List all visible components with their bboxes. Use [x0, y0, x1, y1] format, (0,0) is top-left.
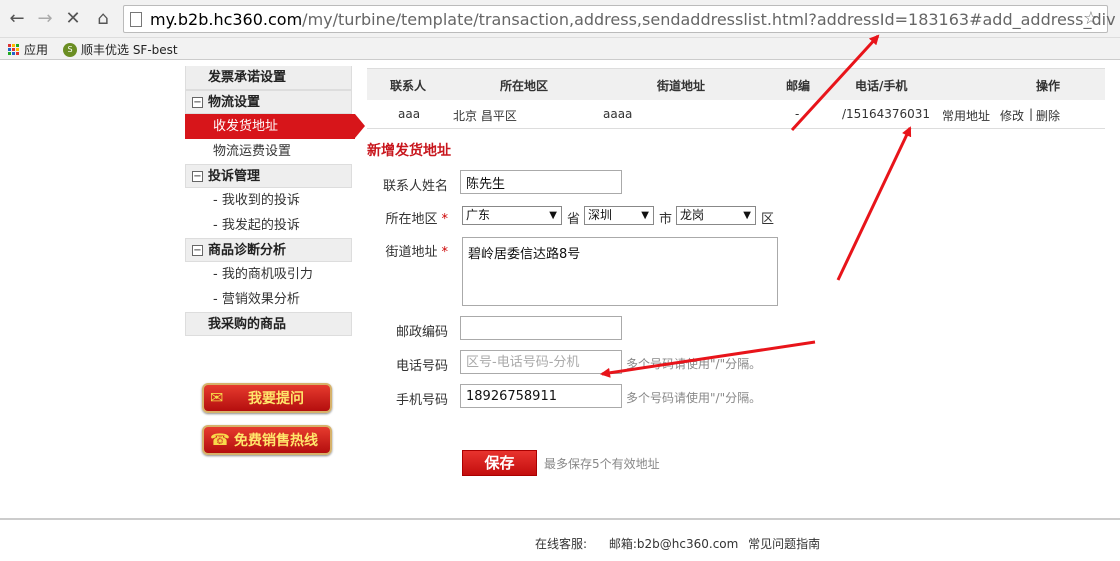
- postcode-label: 邮政编码: [395, 325, 448, 340]
- mobile-input[interactable]: [460, 384, 622, 408]
- phone-hint: 多个号码请使用"/"分隔。: [626, 357, 762, 371]
- bookmark-apps[interactable]: 应用: [8, 41, 48, 58]
- mobile-hint: 多个号码请使用"/"分隔。: [626, 391, 762, 405]
- city-unit: 市: [659, 212, 673, 227]
- sidebar-group-logistics[interactable]: − 物流设置: [185, 90, 352, 114]
- sf-logo-icon: S: [63, 42, 77, 57]
- action-separator: |: [1029, 107, 1034, 121]
- col-actions: 操作: [1036, 79, 1061, 93]
- sidebar-group-complaints[interactable]: − 投诉管理: [185, 164, 352, 188]
- bookmark-star-icon[interactable]: ☆: [1083, 8, 1099, 29]
- collapse-icon[interactable]: −: [192, 245, 203, 256]
- sidebar-item-shipping-address[interactable]: 收发货地址: [185, 114, 365, 139]
- col-region: 所在地区: [500, 79, 549, 93]
- page-icon: [130, 12, 142, 27]
- collapse-icon[interactable]: −: [192, 171, 203, 182]
- row-region: 北京 昌平区: [453, 109, 517, 123]
- address-bar[interactable]: my.b2b.hc360.com/my/turbine/template/tra…: [123, 5, 1116, 33]
- province-select[interactable]: 广东 ▼: [462, 206, 562, 225]
- email-text: 邮箱:b2b@hc360.com: [608, 537, 739, 551]
- row-contact: aaa: [398, 107, 421, 121]
- col-street: 街道地址: [657, 79, 706, 93]
- sidebar-item-purchases[interactable]: 我采购的商品: [185, 312, 352, 336]
- col-phone: 电话/手机: [855, 79, 908, 93]
- save-button[interactable]: 保存: [462, 450, 537, 476]
- postcode-input[interactable]: [460, 316, 622, 340]
- phone-icon: ☎: [210, 430, 230, 449]
- district-unit: 区: [761, 212, 775, 227]
- sidebar-item-received-complaints[interactable]: - 我收到的投诉: [185, 188, 352, 213]
- footer: 在线客服: 邮箱:b2b@hc360.com 常见问题指南: [535, 535, 838, 552]
- row-street: aaaa: [603, 107, 633, 121]
- phone-label: 电话号码: [395, 359, 448, 374]
- sales-hotline-button[interactable]: ☎ 免费销售热线: [202, 425, 332, 455]
- contact-name-input[interactable]: [460, 170, 622, 194]
- bookmarks-bar: 应用 S 顺丰优选 SF-best: [0, 38, 1120, 60]
- street-address-textarea[interactable]: 碧岭居委信达路8号: [462, 237, 778, 306]
- table-row: aaa 北京 昌平区 aaaa - /15164376031 常用地址 修改 |…: [367, 101, 1105, 129]
- sidebar: 发票承诺设置 − 物流设置 收发货地址 物流运费设置 − 投诉管理 - 我收到的投诉…: [185, 66, 365, 336]
- stop-icon[interactable]: ✕: [62, 8, 84, 30]
- url-text: my.b2b.hc360.com/my/turbine/template/tra…: [150, 10, 1116, 29]
- form-title: 新增发货地址: [367, 143, 451, 159]
- street-label: 街道地址 *: [385, 245, 448, 260]
- envelope-icon: ✉: [210, 388, 224, 407]
- faq-link[interactable]: 常见问题指南: [748, 537, 820, 551]
- row-default-badge: 常用地址: [942, 109, 991, 123]
- collapse-icon[interactable]: −: [192, 97, 203, 108]
- phone-input[interactable]: [460, 350, 622, 374]
- arrow-to-phone: [836, 126, 912, 281]
- sidebar-group-diagnosis[interactable]: − 商品诊断分析: [185, 238, 352, 262]
- ask-question-button[interactable]: ✉ 我要提问: [202, 383, 332, 413]
- sidebar-item-invoice[interactable]: 发票承诺设置: [185, 66, 352, 90]
- delete-link[interactable]: 删除: [1036, 107, 1060, 124]
- mobile-label: 手机号码: [395, 393, 448, 408]
- city-select[interactable]: 深圳 ▼: [584, 206, 654, 225]
- home-icon[interactable]: ⌂: [92, 8, 114, 30]
- apps-grid-icon: [8, 43, 20, 56]
- sidebar-item-sent-complaints[interactable]: - 我发起的投诉: [185, 213, 352, 238]
- online-service-label: 在线客服:: [535, 537, 588, 551]
- save-hint: 最多保存5个有效地址: [544, 457, 660, 471]
- col-postcode: 邮编: [786, 79, 811, 93]
- footer-divider: [0, 518, 1120, 520]
- sidebar-item-freight[interactable]: 物流运费设置: [185, 139, 352, 164]
- row-phone: /15164376031: [842, 107, 931, 121]
- address-table-header: 联系人 所在地区 街道地址 邮编 电话/手机 操作: [367, 68, 1105, 100]
- district-select[interactable]: 龙岗 ▼: [676, 206, 756, 225]
- row-postcode: -: [795, 107, 800, 121]
- contact-label: 联系人姓名: [382, 179, 448, 194]
- forward-icon[interactable]: →: [34, 8, 56, 30]
- region-label: 所在地区 *: [385, 212, 448, 227]
- browser-toolbar: ← → ✕ ⌂ my.b2b.hc360.com/my/turbine/temp…: [0, 0, 1120, 38]
- edit-link[interactable]: 修改: [1000, 107, 1024, 124]
- province-unit: 省: [567, 212, 581, 227]
- col-contact: 联系人: [390, 79, 427, 93]
- sidebar-item-attraction[interactable]: - 我的商机吸引力: [185, 262, 352, 287]
- sidebar-item-marketing[interactable]: - 营销效果分析: [185, 287, 352, 312]
- back-icon[interactable]: ←: [6, 8, 28, 30]
- bookmark-sf-best[interactable]: S 顺丰优选 SF-best: [63, 41, 178, 58]
